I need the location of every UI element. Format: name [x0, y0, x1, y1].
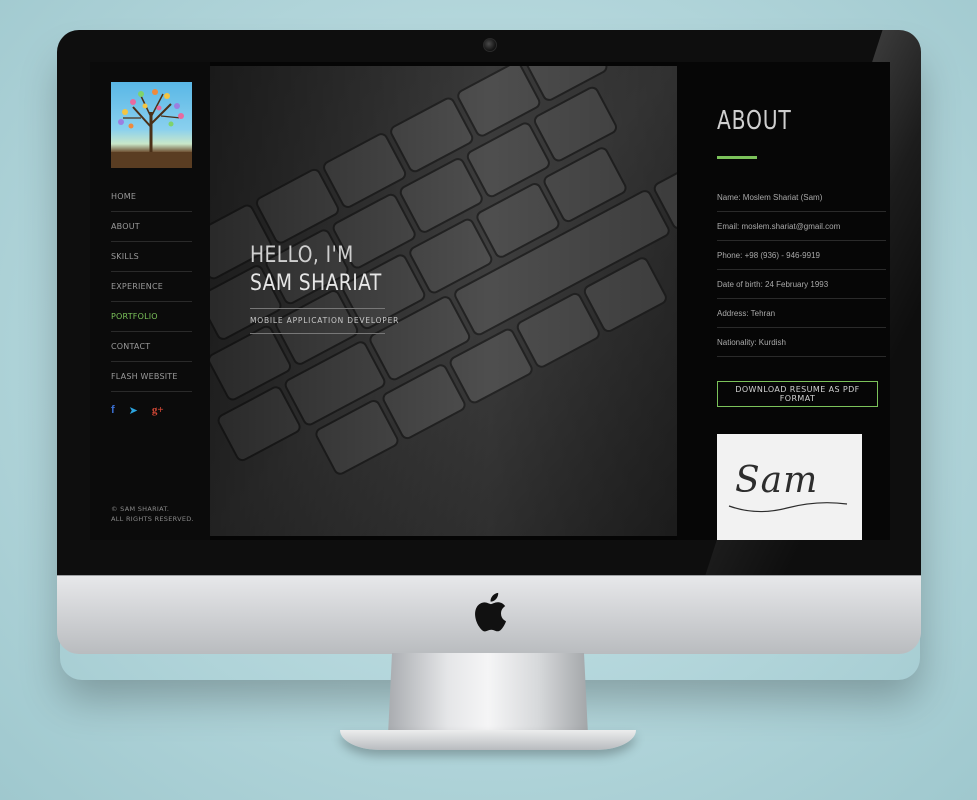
monitor-stand-foot [340, 730, 636, 750]
telegram-icon[interactable]: ➤ [129, 404, 138, 417]
copyright-line-1: © SAM SHARIAT. [111, 505, 170, 513]
apple-logo-icon [475, 592, 506, 632]
nav-item-about[interactable]: ABOUT [111, 212, 192, 242]
info-address: Address: Tehran [717, 299, 886, 328]
hero-section: HELLO, I'M SAM SHARIAT MOBILE APPLICATIO… [210, 66, 677, 536]
monitor-stand [388, 653, 588, 735]
hero-text: HELLO, I'M SAM SHARIAT MOBILE APPLICATIO… [250, 242, 405, 334]
hero-divider-bottom [250, 333, 385, 334]
info-dob: Date of birth: 24 February 1993 [717, 270, 886, 299]
info-email: Email: moslem.shariat@gmail.com [717, 212, 886, 241]
hero-name: SAM SHARIAT [250, 271, 382, 296]
copyright-line-2: ALL RIGHTS RESERVED. [111, 515, 194, 523]
nav-item-experience[interactable]: EXPERIENCE [111, 272, 192, 302]
nav-item-flash-website[interactable]: FLASH WEBSITE [111, 362, 192, 392]
social-links: f ➤ g+ [111, 404, 164, 417]
about-panel: ABOUT Name: Moslem Shariat (Sam) Email: … [677, 62, 890, 540]
sidebar: HOME ABOUT SKILLS EXPERIENCE PORTFOLIO C… [90, 62, 210, 540]
hero-divider [250, 308, 385, 309]
signature-flourish [728, 502, 848, 513]
download-resume-button[interactable]: DOWNLOAD RESUME AS PDF FORMAT [717, 381, 878, 407]
nav-item-portfolio[interactable]: PORTFOLIO [111, 302, 192, 332]
info-phone: Phone: +98 (936) - 946-9919 [717, 241, 886, 270]
camera-icon [483, 38, 497, 52]
screen: HOME ABOUT SKILLS EXPERIENCE PORTFOLIO C… [90, 62, 890, 540]
hero-role: MOBILE APPLICATION DEVELOPER [250, 316, 400, 325]
nav-item-home[interactable]: HOME [111, 182, 192, 212]
hero-greeting: HELLO, I'M [250, 243, 354, 268]
about-accent-bar [717, 156, 757, 159]
about-info-list: Name: Moslem Shariat (Sam) Email: moslem… [717, 183, 886, 357]
signature-image: Sam [717, 434, 862, 540]
info-nationality: Nationality: Kurdish [717, 328, 886, 357]
google-plus-icon[interactable]: g+ [152, 404, 164, 417]
copyright: © SAM SHARIAT. ALL RIGHTS RESERVED. [111, 504, 201, 524]
nav-item-skills[interactable]: SKILLS [111, 242, 192, 272]
about-title: ABOUT [717, 106, 792, 136]
nav-item-contact[interactable]: CONTACT [111, 332, 192, 362]
main-nav: HOME ABOUT SKILLS EXPERIENCE PORTFOLIO C… [111, 182, 192, 392]
avatar [111, 82, 192, 168]
info-name: Name: Moslem Shariat (Sam) [717, 183, 886, 212]
tree-logo-icon [111, 89, 192, 168]
facebook-icon[interactable]: f [111, 404, 115, 417]
